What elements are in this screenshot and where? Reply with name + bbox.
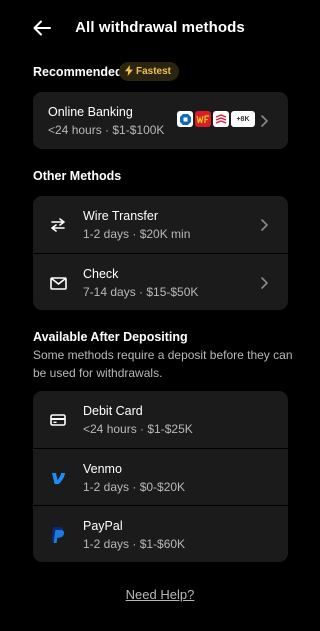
recommended-card: Online Banking <24 hours · $1-$100K +8K <box>33 92 288 149</box>
other-methods-card: Wire Transfer 1-2 days · $20K min Check … <box>33 196 288 310</box>
fastest-badge: Fastest <box>119 62 180 81</box>
method-meta: <24 hours · $1-$100K <box>48 123 165 137</box>
method-name: Check <box>83 267 119 281</box>
method-check[interactable]: Check 7-14 days · $15-$50K <box>33 253 288 310</box>
lightning-icon <box>125 64 133 79</box>
after-depositing-subtext: Some methods require a deposit before th… <box>33 348 293 380</box>
page-title: All withdrawal methods <box>75 19 245 36</box>
paypal-icon <box>48 525 68 545</box>
method-venmo: Venmo 1-2 days · $0-$20K <box>33 448 288 505</box>
chevron-right-icon <box>261 115 268 127</box>
method-name: Wire Transfer <box>83 209 159 223</box>
need-help-link[interactable]: Need Help? <box>0 587 320 602</box>
method-name: PayPal <box>83 519 123 533</box>
after-depositing-title: Available After Depositing <box>33 330 188 344</box>
after-depositing-card: Debit Card <24 hours · $1-$25K Venmo 1-2… <box>33 391 288 562</box>
method-meta: 1-2 days · $1-$60K <box>83 537 186 551</box>
card-icon <box>48 410 68 430</box>
other-methods-title: Other Methods <box>33 169 122 183</box>
venmo-icon <box>48 468 68 488</box>
chevron-right-icon <box>261 277 268 289</box>
recommended-title: Recommended <box>33 65 123 79</box>
more-banks-badge: +8K <box>231 111 255 127</box>
method-meta: 1-2 days · $0-$20K <box>83 480 186 494</box>
method-paypal: PayPal 1-2 days · $1-$60K <box>33 505 288 562</box>
header: All withdrawal methods <box>0 0 320 56</box>
chevron-right-icon <box>261 219 268 231</box>
chase-logo-icon <box>177 111 193 127</box>
bank-of-america-logo-icon <box>213 111 229 127</box>
wells-fargo-logo-icon <box>195 111 211 127</box>
method-wire-transfer[interactable]: Wire Transfer 1-2 days · $20K min <box>33 196 288 253</box>
method-name: Debit Card <box>83 404 143 418</box>
method-meta: 1-2 days · $20K min <box>83 227 191 241</box>
bank-logos: +8K <box>177 111 255 127</box>
method-meta: 7-14 days · $15-$50K <box>83 285 199 299</box>
method-debit-card: Debit Card <24 hours · $1-$25K <box>33 391 288 448</box>
envelope-icon <box>48 273 68 293</box>
method-online-banking[interactable]: Online Banking <24 hours · $1-$100K +8K <box>33 92 288 149</box>
method-meta: <24 hours · $1-$25K <box>83 422 193 436</box>
fastest-badge-label: Fastest <box>136 66 172 77</box>
transfer-arrows-icon <box>48 215 68 235</box>
method-name: Venmo <box>83 462 122 476</box>
method-name: Online Banking <box>48 105 133 119</box>
